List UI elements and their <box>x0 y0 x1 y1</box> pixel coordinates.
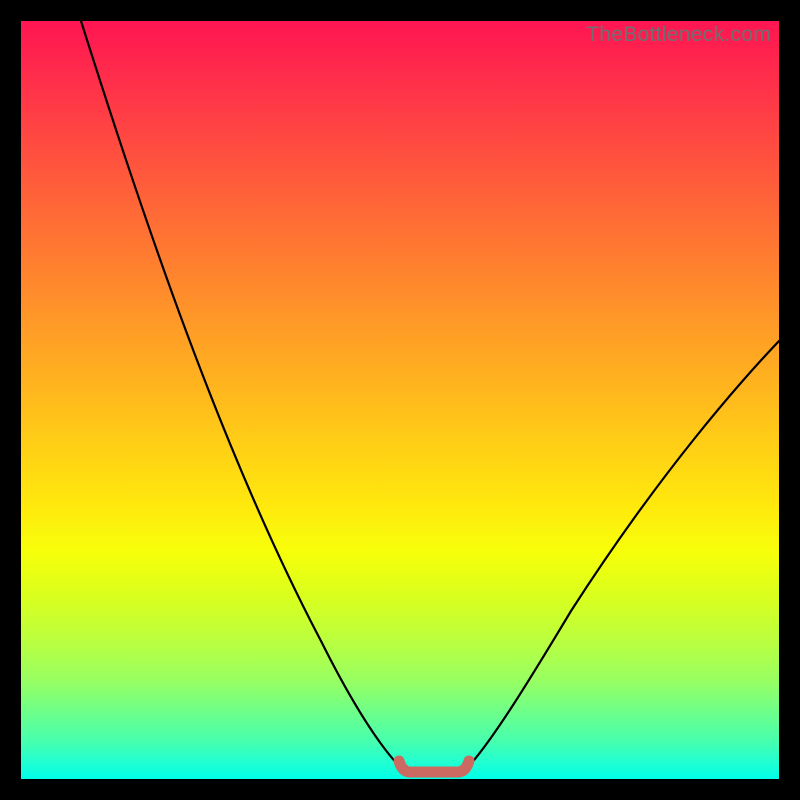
curve-layer <box>21 21 779 779</box>
optimal-range-marker <box>399 761 469 772</box>
bottleneck-curve <box>81 21 779 772</box>
chart-frame: TheBottleneck.com <box>0 0 800 800</box>
plot-area: TheBottleneck.com <box>21 21 779 779</box>
